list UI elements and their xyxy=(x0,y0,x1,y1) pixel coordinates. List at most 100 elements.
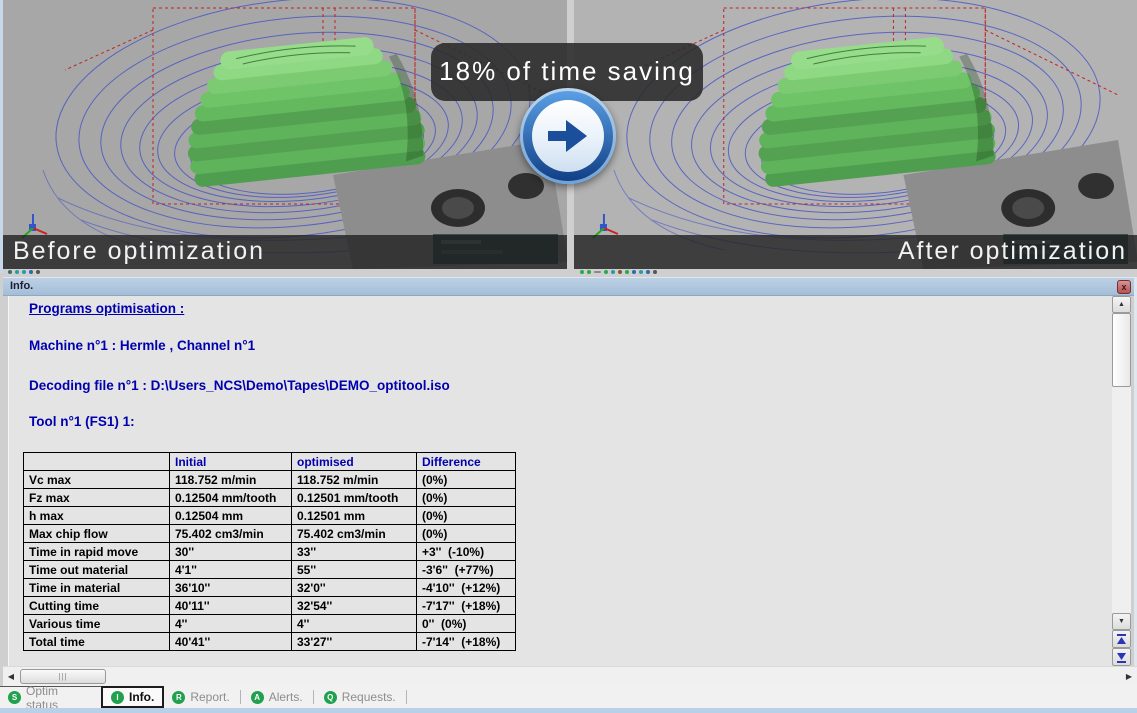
machine-line: Machine n°1 : Hermle , Channel n°1 xyxy=(29,338,255,353)
tool-line: Tool n°1 (FS1) 1: xyxy=(29,414,135,429)
cell-optimised: 118.752 m/min xyxy=(292,471,417,489)
row-label: Various time xyxy=(24,615,170,633)
cell-initial: 4'1'' xyxy=(170,561,292,579)
optim-status-tab-icon: S xyxy=(8,691,21,704)
application-window: Before optimization After optimization 1… xyxy=(0,0,1137,713)
cell-difference: (0%) xyxy=(417,489,516,507)
cell-optimised: 75.402 cm3/min xyxy=(292,525,417,543)
cell-difference: (0%) xyxy=(417,471,516,489)
tab-divider xyxy=(240,690,241,704)
table-row: Time out material 4'1'' 55'' -3'6'' (+77… xyxy=(24,561,516,579)
tab-divider xyxy=(406,690,407,704)
time-saving-text: 18% of time saving xyxy=(439,56,695,86)
table-row: Fz max 0.12504 mm/tooth 0.12501 mm/tooth… xyxy=(24,489,516,507)
tab-requests[interactable]: Q Requests. xyxy=(316,686,404,708)
header-difference: Difference xyxy=(417,453,516,471)
cell-difference: -7'17'' (+18%) xyxy=(417,597,516,615)
cell-initial: 118.752 m/min xyxy=(170,471,292,489)
cell-difference: 0'' (0%) xyxy=(417,615,516,633)
cell-optimised: 32'54'' xyxy=(292,597,417,615)
cell-initial: 4'' xyxy=(170,615,292,633)
cell-optimised: 0.12501 mm/tooth xyxy=(292,489,417,507)
info-panel-title: Info. xyxy=(10,280,33,292)
row-label: Total time xyxy=(24,633,170,651)
cell-optimised: 32'0'' xyxy=(292,579,417,597)
row-label: Cutting time xyxy=(24,597,170,615)
machined-part-scene-after xyxy=(574,0,1137,269)
tab-label: Info. xyxy=(129,690,154,704)
scroll-down-icon[interactable]: ▼ xyxy=(1112,613,1131,630)
arrow-button-face xyxy=(532,100,604,172)
cell-difference: (0%) xyxy=(417,525,516,543)
header-optimised: optimised xyxy=(292,453,417,471)
viewport-before-optimization[interactable]: Before optimization xyxy=(3,0,567,269)
info-panel-titlebar: Info. x xyxy=(3,277,1137,296)
table-header-row: Initial optimised Difference xyxy=(24,453,516,471)
cell-initial: 40'11'' xyxy=(170,597,292,615)
cell-optimised: 55'' xyxy=(292,561,417,579)
cell-difference: +3'' (-10%) xyxy=(417,543,516,561)
info-panel-content: Programs optimisation : Machine n°1 : He… xyxy=(8,296,1112,666)
alerts-tab-icon: A xyxy=(251,691,264,704)
horizontal-scrollbar[interactable]: ◀ ||| ▶ xyxy=(3,666,1137,686)
after-optimization-label: After optimization xyxy=(574,235,1137,269)
requests-tab-icon: Q xyxy=(324,691,337,704)
tab-report[interactable]: R Report. xyxy=(164,686,237,708)
row-label: Time in rapid move xyxy=(24,543,170,561)
cell-initial: 36'10'' xyxy=(170,579,292,597)
cell-optimised: 0.12501 mm xyxy=(292,507,417,525)
table-row: Total time 40'41'' 33'27'' -7'14'' (+18%… xyxy=(24,633,516,651)
table-row: Time in rapid move 30'' 33'' +3'' (-10%) xyxy=(24,543,516,561)
table-row: Vc max 118.752 m/min 118.752 m/min (0%) xyxy=(24,471,516,489)
machined-part-scene-before xyxy=(3,0,567,269)
table-row: h max 0.12504 mm 0.12501 mm (0%) xyxy=(24,507,516,525)
tab-label: Alerts. xyxy=(269,690,303,704)
right-arrow-icon xyxy=(542,110,594,162)
before-optimization-label: Before optimization xyxy=(3,235,567,269)
vertical-scrollbar-thumb[interactable] xyxy=(1112,313,1131,387)
row-label: Max chip flow xyxy=(24,525,170,543)
cell-initial: 0.12504 mm/tooth xyxy=(170,489,292,507)
cell-initial: 30'' xyxy=(170,543,292,561)
vertical-scrollbar-track[interactable] xyxy=(1112,387,1131,613)
optimization-results-table: Initial optimised Difference Vc max 118.… xyxy=(23,452,516,651)
cell-difference: -7'14'' (+18%) xyxy=(417,633,516,651)
scroll-left-icon[interactable]: ◀ xyxy=(3,667,19,687)
tab-optim-status[interactable]: S Optim status xyxy=(0,686,101,708)
report-tab-icon: R xyxy=(172,691,185,704)
cell-difference: -3'6'' (+77%) xyxy=(417,561,516,579)
header-empty xyxy=(24,453,170,471)
cell-initial: 0.12504 mm xyxy=(170,507,292,525)
viewport-toolbar-dots-after[interactable] xyxy=(580,268,657,276)
viewport-toolbar-dots-before[interactable] xyxy=(8,268,40,276)
table-row: Various time 4'' 4'' 0'' (0%) xyxy=(24,615,516,633)
tab-info[interactable]: I Info. xyxy=(101,686,164,708)
cell-difference: -4'10'' (+12%) xyxy=(417,579,516,597)
cell-optimised: 33'' xyxy=(292,543,417,561)
cell-optimised: 4'' xyxy=(292,615,417,633)
bottom-tab-bar: S Optim status I Info. R Report. A Alert… xyxy=(0,686,1137,708)
tab-alerts[interactable]: A Alerts. xyxy=(243,686,311,708)
scroll-up-icon[interactable]: ▲ xyxy=(1112,296,1131,313)
next-arrow-button[interactable] xyxy=(520,88,616,184)
programs-optimisation-heading: Programs optimisation : xyxy=(29,301,184,316)
row-label: Time out material xyxy=(24,561,170,579)
info-tab-icon: I xyxy=(111,691,124,704)
cell-difference: (0%) xyxy=(417,507,516,525)
row-label: Time in material xyxy=(24,579,170,597)
vertical-scrollbar[interactable]: ▲ ▼ xyxy=(1112,296,1131,666)
row-label: Vc max xyxy=(24,471,170,489)
scroll-right-icon[interactable]: ▶ xyxy=(1121,667,1137,687)
table-row: Max chip flow 75.402 cm3/min 75.402 cm3/… xyxy=(24,525,516,543)
viewport-after-optimization[interactable]: After optimization xyxy=(574,0,1137,269)
row-label: h max xyxy=(24,507,170,525)
cell-initial: 75.402 cm3/min xyxy=(170,525,292,543)
scroll-to-top-icon[interactable] xyxy=(1112,630,1131,648)
header-initial: Initial xyxy=(170,453,292,471)
table-row: Cutting time 40'11'' 32'54'' -7'17'' (+1… xyxy=(24,597,516,615)
tab-label: Report. xyxy=(190,690,229,704)
tab-label: Requests. xyxy=(342,690,396,704)
horizontal-scrollbar-thumb[interactable]: ||| xyxy=(20,669,106,684)
close-icon[interactable]: x xyxy=(1117,280,1131,294)
scroll-to-bottom-icon[interactable] xyxy=(1112,648,1131,666)
